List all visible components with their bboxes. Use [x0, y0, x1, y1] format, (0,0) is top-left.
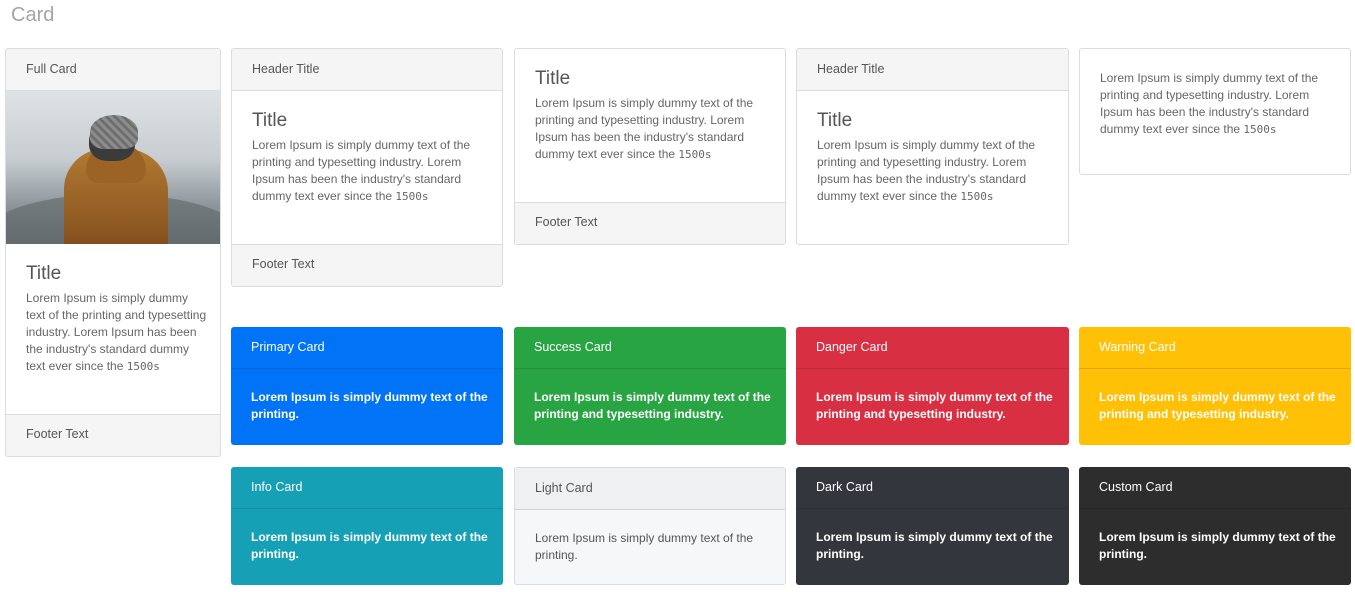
card-text-year: 1500s	[126, 360, 160, 373]
text-only-card: Lorem Ipsum is simply dummy text of the …	[1079, 48, 1351, 175]
warning-card: Warning Card Lorem Ipsum is simply dummy…	[1079, 327, 1351, 445]
card-header: Header Title	[797, 49, 1068, 91]
card-text-body: Lorem Ipsum is simply dummy text of the …	[817, 138, 1036, 203]
card-text-body: Lorem Ipsum is simply dummy text of the …	[26, 291, 207, 373]
card-body: Lorem Ipsum is simply dummy text of the …	[1100, 65, 1338, 138]
card-header: Custom Card	[1079, 467, 1351, 509]
card-text-year: 1500s	[678, 148, 712, 161]
success-card: Success Card Lorem Ipsum is simply dummy…	[514, 327, 786, 445]
card-header: Header Title	[232, 49, 502, 91]
card-text: Lorem Ipsum is simply dummy text of the …	[816, 530, 1053, 561]
card-title: Title	[535, 68, 571, 89]
card-text: Lorem Ipsum is simply dummy text of the …	[1099, 530, 1336, 561]
card-title: Title	[252, 110, 288, 131]
full-card: Full Card Title Lorem Ipsum is simply du…	[5, 48, 221, 457]
card-body: Title Lorem Ipsum is simply dummy text o…	[817, 110, 1056, 205]
card-footer: Footer Text	[515, 202, 785, 244]
card-body: Title Lorem Ipsum is simply dummy text o…	[535, 68, 773, 163]
primary-card: Primary Card Lorem Ipsum is simply dummy…	[231, 327, 503, 445]
header-footer-card: Header Title Title Lorem Ipsum is simply…	[231, 48, 503, 287]
title-footer-card: Title Lorem Ipsum is simply dummy text o…	[514, 48, 786, 245]
card-text: Lorem Ipsum is simply dummy text of the …	[817, 137, 1056, 205]
card-text-body: Lorem Ipsum is simply dummy text of the …	[1100, 71, 1319, 136]
card-header: Primary Card	[231, 327, 503, 369]
card-header: Warning Card	[1079, 327, 1351, 369]
page-title: Card	[11, 4, 55, 26]
card-text: Lorem Ipsum is simply dummy text of the …	[534, 390, 771, 421]
card-text: Lorem Ipsum is simply dummy text of the …	[535, 531, 754, 562]
card-text-body: Lorem Ipsum is simply dummy text of the …	[535, 96, 754, 161]
card-text-body: Lorem Ipsum is simply dummy text of the …	[252, 138, 471, 203]
full-card-header: Full Card	[6, 49, 220, 91]
card-header: Info Card	[231, 467, 503, 509]
custom-card: Custom Card Lorem Ipsum is simply dummy …	[1079, 467, 1351, 585]
danger-card: Danger Card Lorem Ipsum is simply dummy …	[796, 327, 1069, 445]
card-header: Light Card	[515, 468, 785, 510]
card-title: Title	[817, 110, 853, 131]
info-card: Info Card Lorem Ipsum is simply dummy te…	[231, 467, 503, 585]
image-beanie	[90, 115, 138, 149]
dark-card: Dark Card Lorem Ipsum is simply dummy te…	[796, 467, 1069, 585]
card-text-year: 1500s	[1243, 123, 1277, 136]
card-title: Title	[26, 263, 62, 284]
card-header: Dark Card	[796, 467, 1069, 509]
card-text: Lorem Ipsum is simply dummy text of the …	[252, 137, 490, 205]
card-text: Lorem Ipsum is simply dummy text of the …	[1099, 390, 1336, 421]
card-text: Lorem Ipsum is simply dummy text of the …	[251, 530, 488, 561]
card-text: Lorem Ipsum is simply dummy text of the …	[26, 290, 208, 375]
card-header: Danger Card	[796, 327, 1069, 369]
card-text-year: 1500s	[395, 190, 429, 203]
card-header: Success Card	[514, 327, 786, 369]
card-text: Lorem Ipsum is simply dummy text of the …	[816, 390, 1053, 421]
card-text: Lorem Ipsum is simply dummy text of the …	[535, 95, 773, 163]
light-card: Light Card Lorem Ipsum is simply dummy t…	[514, 467, 786, 585]
card-footer: Footer Text	[232, 244, 502, 286]
full-card-footer: Footer Text	[6, 414, 220, 456]
card-body: Title Lorem Ipsum is simply dummy text o…	[252, 110, 490, 205]
card-text: Lorem Ipsum is simply dummy text of the …	[1100, 70, 1338, 138]
card-image	[6, 91, 220, 244]
full-card-body: Title Lorem Ipsum is simply dummy text o…	[26, 263, 208, 375]
header-title-card: Header Title Title Lorem Ipsum is simply…	[796, 48, 1069, 245]
card-text: Lorem Ipsum is simply dummy text of the …	[251, 390, 488, 421]
card-text-year: 1500s	[960, 190, 994, 203]
